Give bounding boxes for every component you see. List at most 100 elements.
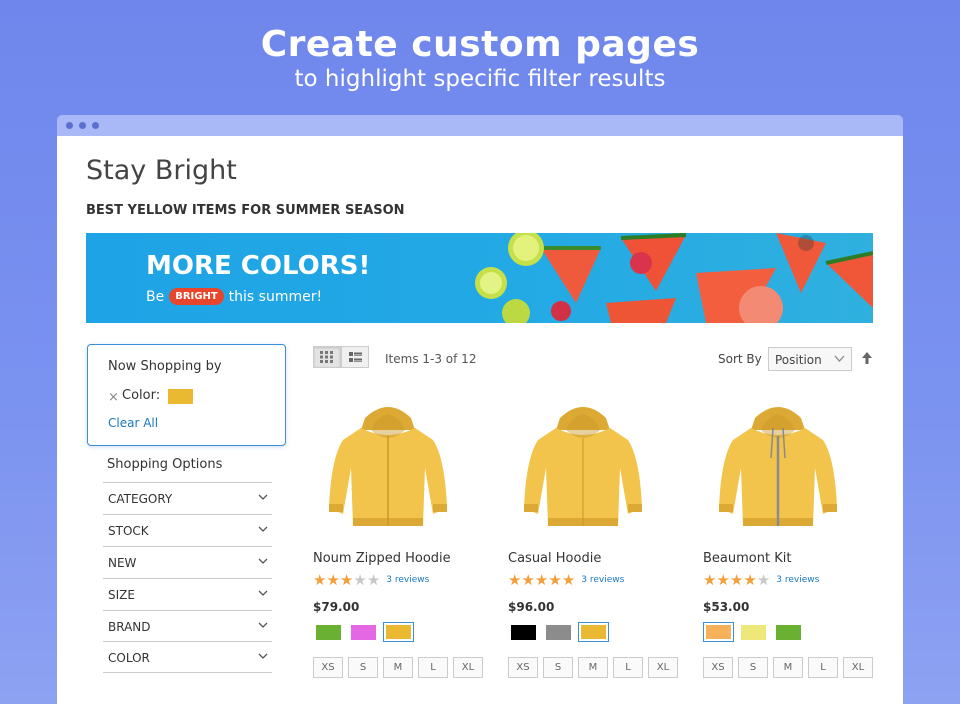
product-image[interactable] <box>713 398 843 533</box>
size-options: XS S M L XL <box>508 657 678 678</box>
rating-star-icon: ★ <box>716 571 730 589</box>
rating-star-icon: ★ <box>703 571 717 589</box>
list-icon <box>348 351 362 362</box>
browser-window: Stay Bright BEST YELLOW ITEMS FOR SUMMER… <box>57 115 903 704</box>
color-swatch[interactable] <box>578 622 609 642</box>
filter-facet-label: SIZE <box>108 588 135 602</box>
rating-star-icon: ★ <box>521 571 535 589</box>
active-filter-swatch <box>168 389 193 404</box>
product-name-link[interactable]: Noum Zipped Hoodie <box>313 551 451 566</box>
product-rating: ★ ★ ★ ★ ★ 3 reviews <box>703 572 819 588</box>
window-titlebar <box>57 115 903 136</box>
size-option[interactable]: S <box>348 657 378 678</box>
rating-star-icon: ★ <box>534 571 549 589</box>
chevron-down-icon <box>258 653 268 659</box>
product-price: $79.00 <box>313 600 360 614</box>
page-subtitle: BEST YELLOW ITEMS FOR SUMMER SEASON <box>86 203 405 218</box>
filter-facet-new[interactable]: NEW <box>103 546 272 578</box>
size-option[interactable]: L <box>613 657 643 678</box>
product-image[interactable] <box>323 398 453 533</box>
filter-facet-label: COLOR <box>108 651 150 665</box>
rating-star-icon: ★ <box>366 571 381 589</box>
size-option[interactable]: L <box>418 657 448 678</box>
size-option[interactable]: XS <box>313 657 343 678</box>
promo-banner[interactable]: MORE COLORS! Be BRIGHT this summer! <box>86 233 873 323</box>
page-title: Stay Bright <box>86 155 237 186</box>
color-swatch[interactable] <box>508 622 539 642</box>
rating-star-icon: ★ <box>756 571 771 589</box>
size-option[interactable]: XS <box>508 657 538 678</box>
size-option[interactable]: S <box>738 657 768 678</box>
bright-badge: BRIGHT <box>169 288 224 305</box>
product-name-link[interactable]: Beaumont Kit <box>703 551 791 566</box>
color-swatch[interactable] <box>703 622 734 642</box>
filter-facet-color[interactable]: COLOR <box>103 641 272 673</box>
filter-facet-label: BRAND <box>108 620 151 634</box>
size-option[interactable]: XS <box>703 657 733 678</box>
reviews-link[interactable]: 3 reviews <box>776 575 819 585</box>
size-options: XS S M L XL <box>313 657 483 678</box>
chevron-down-icon <box>258 622 268 628</box>
list-view-button[interactable] <box>341 346 369 368</box>
shopping-options-title: Shopping Options <box>107 457 223 472</box>
product-price: $53.00 <box>703 600 750 614</box>
banner-tagline: Be BRIGHT this summer! <box>146 288 322 305</box>
filter-facet-stock[interactable]: STOCK <box>103 514 272 546</box>
product-image[interactable] <box>518 398 648 533</box>
size-option[interactable]: S <box>543 657 573 678</box>
chevron-down-icon <box>258 526 268 532</box>
now-shopping-title: Now Shopping by <box>108 359 222 374</box>
banner-headline: MORE COLORS! <box>146 251 371 281</box>
color-swatch[interactable] <box>383 622 414 642</box>
filter-facet-category[interactable]: CATEGORY <box>103 482 272 514</box>
reviews-link[interactable]: 3 reviews <box>581 575 624 585</box>
product-rating: ★ ★ ★ ★ ★ 3 reviews <box>313 572 429 588</box>
reviews-link[interactable]: 3 reviews <box>386 575 429 585</box>
filter-facet-size[interactable]: SIZE <box>103 578 272 610</box>
hero-title: Create custom pages <box>260 24 700 65</box>
banner-tagline-post: this summer! <box>228 288 323 305</box>
size-option[interactable]: XL <box>453 657 483 678</box>
chevron-down-icon <box>258 558 268 564</box>
rating-star-icon: ★ <box>353 571 367 589</box>
product-rating: ★ ★ ★ ★ ★ 3 reviews <box>508 572 624 588</box>
clear-all-link[interactable]: Clear All <box>108 416 158 430</box>
size-option[interactable]: XL <box>648 657 678 678</box>
grid-icon <box>320 351 333 363</box>
rating-star-icon: ★ <box>561 571 576 589</box>
size-option[interactable]: M <box>578 657 608 678</box>
view-mode-switcher <box>313 346 369 368</box>
window-dot-icon <box>79 122 86 129</box>
color-swatch[interactable] <box>738 622 769 642</box>
product-name-link[interactable]: Casual Hoodie <box>508 551 601 566</box>
filter-facet-label: NEW <box>108 556 137 570</box>
filter-facet-brand[interactable]: BRAND <box>103 610 272 642</box>
color-swatch[interactable] <box>773 622 804 642</box>
grid-view-button[interactable] <box>313 346 341 368</box>
sort-select[interactable]: Position <box>768 347 852 371</box>
now-shopping-panel: Now Shopping by × Color: Clear All <box>87 344 286 446</box>
size-option[interactable]: M <box>383 657 413 678</box>
hero-subtitle: to highlight specific filter results <box>294 66 666 92</box>
sort-select-value: Position <box>775 353 822 367</box>
color-swatch[interactable] <box>313 622 344 642</box>
size-option[interactable]: XL <box>843 657 873 678</box>
sort-label: Sort By <box>718 352 762 366</box>
chevron-down-icon <box>258 494 268 500</box>
size-options: XS S M L XL <box>703 657 873 678</box>
chevron-down-icon <box>834 355 845 362</box>
rating-star-icon: ★ <box>548 571 562 589</box>
rating-star-icon: ★ <box>508 571 522 589</box>
rating-star-icon: ★ <box>729 571 744 589</box>
size-option[interactable]: L <box>808 657 838 678</box>
color-swatch[interactable] <box>348 622 379 642</box>
chevron-down-icon <box>258 590 268 596</box>
banner-tagline-pre: Be <box>146 288 165 305</box>
window-dot-icon <box>66 122 73 129</box>
rating-star-icon: ★ <box>743 571 757 589</box>
remove-filter-icon[interactable]: × <box>108 390 119 405</box>
size-option[interactable]: M <box>773 657 803 678</box>
color-swatch[interactable] <box>543 622 574 642</box>
sort-direction-arrow-icon[interactable] <box>861 351 873 365</box>
items-count: Items 1-3 of 12 <box>385 352 477 366</box>
